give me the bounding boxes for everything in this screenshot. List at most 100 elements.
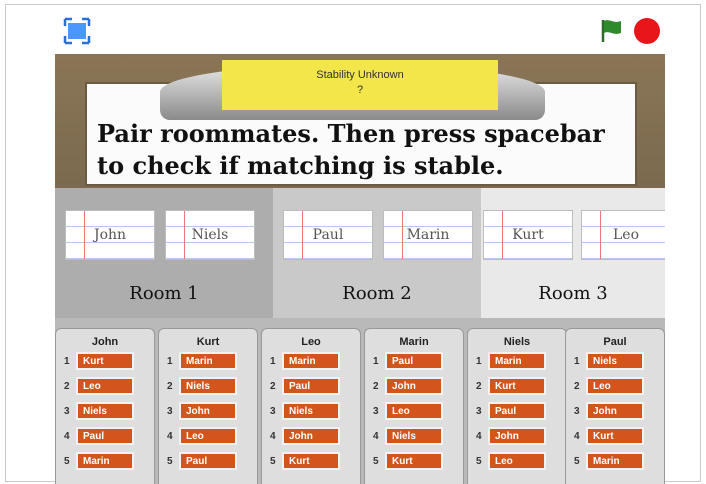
- room-card[interactable]: Marin: [383, 210, 473, 260]
- pref-rank: 3: [373, 406, 379, 417]
- pref-chip[interactable]: Niels: [76, 402, 134, 420]
- pref-row: 2 John: [365, 376, 463, 398]
- pref-chip[interactable]: Marin: [76, 452, 134, 470]
- pref-rank: 1: [64, 356, 70, 367]
- pref-rank: 2: [373, 381, 379, 392]
- pref-row: 3 John: [159, 401, 257, 423]
- pref-chip[interactable]: Kurt: [488, 377, 546, 395]
- pref-rank: 2: [574, 381, 580, 392]
- pref-chip[interactable]: John: [586, 402, 644, 420]
- pref-rank: 4: [373, 431, 379, 442]
- pref-chip[interactable]: Leo: [586, 377, 644, 395]
- room-3[interactable]: Kurt Leo Room 3: [481, 188, 665, 318]
- pref-rank: 1: [476, 356, 482, 367]
- rooms-area: John Niels Room 1 Paul Marin Room 2 Kurt…: [55, 188, 665, 318]
- pref-chip[interactable]: Niels: [385, 427, 443, 445]
- green-flag-icon[interactable]: [598, 16, 626, 44]
- pref-chip[interactable]: Kurt: [385, 452, 443, 470]
- room-1[interactable]: John Niels Room 1: [55, 188, 273, 318]
- pref-chip[interactable]: John: [488, 427, 546, 445]
- room-card[interactable]: Paul: [283, 210, 373, 260]
- pref-chip[interactable]: Marin: [488, 352, 546, 370]
- panel-name: Niels: [503, 336, 531, 348]
- pref-rank: 5: [373, 456, 379, 467]
- pref-chip[interactable]: Marin: [179, 352, 237, 370]
- panel-name: Kurt: [196, 336, 220, 348]
- pref-rank: 3: [476, 406, 482, 417]
- pref-chip[interactable]: John: [385, 377, 443, 395]
- panel-name: Marin: [399, 336, 429, 348]
- pref-row: 4 John: [468, 426, 566, 448]
- pref-chip[interactable]: Paul: [76, 427, 134, 445]
- pref-rank: 3: [574, 406, 580, 417]
- room-card[interactable]: John: [65, 210, 155, 260]
- pref-rank: 4: [64, 431, 70, 442]
- pref-chip[interactable]: Kurt: [282, 452, 340, 470]
- stage: Stability Unknown ? Pair roommates. Then…: [55, 54, 665, 484]
- pref-chip[interactable]: Leo: [488, 452, 546, 470]
- pref-rank: 5: [167, 456, 173, 467]
- pref-panel-niels: Niels 1 Marin 2 Kurt 3 Paul 4 John 5 Leo: [467, 328, 567, 484]
- pref-row: 4 John: [262, 426, 360, 448]
- panel-name: Paul: [603, 336, 627, 348]
- pref-chip[interactable]: Leo: [385, 402, 443, 420]
- stop-icon[interactable]: [634, 18, 660, 44]
- pref-chip[interactable]: Niels: [179, 377, 237, 395]
- pref-row: 1 Paul: [365, 351, 463, 373]
- pref-chip[interactable]: Niels: [586, 352, 644, 370]
- pref-chip[interactable]: Marin: [282, 352, 340, 370]
- pref-row: 3 Niels: [56, 401, 154, 423]
- pref-panel-paul: Paul 1 Niels 2 Leo 3 John 4 Kurt 5 Marin: [565, 328, 665, 484]
- pref-rank: 3: [270, 406, 276, 417]
- pref-rank: 1: [373, 356, 379, 367]
- pref-chip[interactable]: Kurt: [76, 352, 134, 370]
- pref-row: 5 Marin: [56, 451, 154, 473]
- pref-chip[interactable]: John: [179, 402, 237, 420]
- pref-row: 2 Paul: [262, 376, 360, 398]
- pref-row: 5 Kurt: [262, 451, 360, 473]
- pref-rank: 5: [64, 456, 70, 467]
- pref-panel-marin: Marin 1 Paul 2 John 3 Leo 4 Niels 5 Kurt: [364, 328, 464, 484]
- pref-row: 4 Leo: [159, 426, 257, 448]
- pref-chip[interactable]: Leo: [179, 427, 237, 445]
- pref-row: 4 Kurt: [566, 426, 664, 448]
- pref-row: 3 John: [566, 401, 664, 423]
- pref-rank: 4: [270, 431, 276, 442]
- pref-row: 5 Kurt: [365, 451, 463, 473]
- pref-rank: 3: [167, 406, 173, 417]
- pref-rank: 5: [574, 456, 580, 467]
- pref-row: 1 Marin: [262, 351, 360, 373]
- room-card[interactable]: Kurt: [483, 210, 573, 260]
- player-toolbar: [48, 10, 668, 54]
- pref-chip[interactable]: Paul: [179, 452, 237, 470]
- pref-chip[interactable]: Niels: [282, 402, 340, 420]
- pref-chip[interactable]: Paul: [385, 352, 443, 370]
- panel-name: Leo: [301, 336, 321, 348]
- pref-row: 3 Leo: [365, 401, 463, 423]
- pref-row: 1 Niels: [566, 351, 664, 373]
- pref-row: 4 Niels: [365, 426, 463, 448]
- fullscreen-icon[interactable]: [62, 16, 92, 46]
- pref-rank: 1: [270, 356, 276, 367]
- pref-chip[interactable]: Paul: [488, 402, 546, 420]
- pref-rank: 4: [167, 431, 173, 442]
- pref-chip[interactable]: Kurt: [586, 427, 644, 445]
- pref-chip[interactable]: Leo: [76, 377, 134, 395]
- room-label: Room 1: [129, 283, 199, 304]
- room-card[interactable]: Niels: [165, 210, 255, 260]
- pref-rank: 2: [64, 381, 70, 392]
- pref-row: 4 Paul: [56, 426, 154, 448]
- stability-status: Stability Unknown ?: [222, 60, 498, 110]
- pref-rank: 2: [167, 381, 173, 392]
- pref-panel-john: John 1 Kurt 2 Leo 3 Niels 4 Paul 5 Marin: [55, 328, 155, 484]
- pref-chip[interactable]: John: [282, 427, 340, 445]
- pref-chip[interactable]: Paul: [282, 377, 340, 395]
- panel-name: John: [91, 336, 119, 348]
- pref-row: 1 Kurt: [56, 351, 154, 373]
- pref-chip[interactable]: Marin: [586, 452, 644, 470]
- pref-panel-leo: Leo 1 Marin 2 Paul 3 Niels 4 John 5 Kurt: [261, 328, 361, 484]
- room-label: Room 3: [538, 283, 608, 304]
- instruction-text: Pair roommates. Then press spacebar to c…: [97, 119, 605, 180]
- room-card[interactable]: Leo: [581, 210, 665, 260]
- room-2[interactable]: Paul Marin Room 2: [273, 188, 481, 318]
